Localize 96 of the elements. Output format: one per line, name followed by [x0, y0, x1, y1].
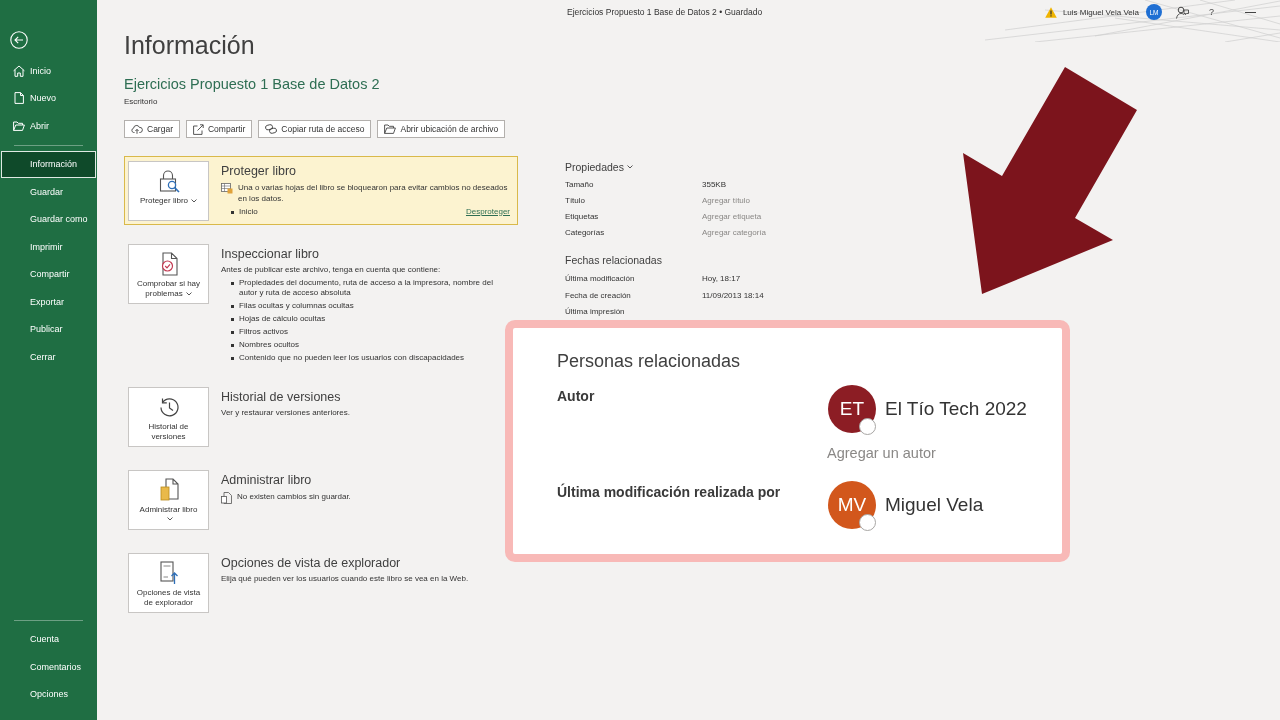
list-item: Filtros activos: [239, 327, 288, 338]
action-button[interactable]: Copiar ruta de acceso: [258, 120, 372, 138]
list-item: Hojas de cálculo ocultas: [239, 314, 326, 325]
list-item: Contenido que no pueden leer los usuarios con discapacidades: [239, 353, 465, 364]
browser-view-options-button[interactable]: Opciones de vista de explorador: [128, 552, 209, 613]
date-value: Hoy, 18:17: [702, 274, 741, 285]
property-value: 355KB: [702, 180, 727, 190]
help-button[interactable]: ?: [1209, 7, 1214, 17]
property-label: Título: [565, 196, 585, 206]
people-heading: Personas relacionadas: [557, 350, 742, 372]
nav-item[interactable]: Guardar como: [0, 205, 97, 233]
page-title: Información: [124, 30, 256, 60]
share-icon: [193, 123, 204, 135]
property-label: Categorías: [565, 228, 605, 238]
list-item: Filas ocultas y columnas ocultas: [239, 301, 354, 312]
back-icon[interactable]: [10, 31, 28, 49]
list-item: Nombres ocultos: [239, 340, 300, 351]
folder-icon: [384, 124, 397, 134]
author-avatar[interactable]: ET: [828, 385, 876, 433]
bullet-icon: [231, 357, 234, 360]
notice-text: No existen cambios sin guardar.: [237, 490, 351, 502]
section-title: Opciones de vista de explorador: [221, 554, 402, 571]
properties-heading[interactable]: Propiedades: [565, 160, 624, 174]
document-icon: [13, 92, 25, 105]
add-author-field[interactable]: Agregar un autor: [827, 444, 936, 462]
lock-icon: [157, 169, 180, 193]
list-item: Inicio: [239, 206, 258, 217]
manage-workbook-button[interactable]: Administrar libro: [128, 469, 209, 530]
file-name: Ejercicios Propuesto 1 Base de Datos 2: [124, 75, 381, 93]
minimize-icon[interactable]: [1245, 11, 1256, 13]
nav-item[interactable]: Compartir: [0, 260, 97, 288]
section-description: Antes de publicar este archivo, tenga en cuenta que contiene:: [221, 264, 442, 275]
caret-icon[interactable]: [626, 165, 633, 169]
property-label: Tamaño: [565, 180, 594, 190]
nav-item[interactable]: Abrir: [0, 112, 97, 140]
home-icon: [13, 64, 25, 77]
version-history-button[interactable]: Historial de versiones: [128, 386, 209, 447]
nav-item[interactable]: Nuevo: [0, 84, 97, 112]
bullet-icon: [231, 281, 234, 285]
documents-icon: [221, 491, 232, 504]
bullet-icon: [231, 331, 234, 334]
property-field[interactable]: Agregar categoría: [702, 228, 767, 238]
property-field[interactable]: Agregar título: [702, 196, 751, 206]
nav-item[interactable]: Publicar: [0, 315, 97, 343]
check-issues-button[interactable]: Comprobar si hay problemas: [128, 244, 209, 304]
action-button[interactable]: Cargar: [124, 120, 180, 138]
cloud-upload-icon: [131, 124, 143, 134]
bullet-icon: [231, 318, 234, 321]
nav-item[interactable]: Cerrar: [0, 343, 97, 371]
section-description: Elija qué pueden ver los usuarios cuando este libro se vea en la Web.: [221, 572, 470, 584]
dates-heading: Fechas relacionadas: [565, 253, 663, 267]
author-label: Autor: [557, 387, 595, 405]
section-title: Proteger libro: [221, 163, 298, 179]
date-value: 11/09/2013 18:14: [702, 290, 764, 301]
notice-text: Una o varias hojas del libro se bloquearon para evitar cambios no deseados en los datos.: [238, 182, 509, 204]
protect-workbook-button[interactable]: Proteger libro: [128, 161, 209, 221]
bullet-icon: [231, 344, 234, 347]
warning-icon[interactable]: [1044, 6, 1057, 18]
date-label: Última modificación: [565, 274, 635, 285]
nav-item[interactable]: Información: [1, 150, 96, 178]
section-title: Administrar libro: [221, 471, 313, 488]
editor-avatar[interactable]: MV: [828, 481, 876, 529]
nav-item[interactable]: Exportar: [0, 288, 97, 316]
folder-icon: [13, 119, 25, 132]
action-button[interactable]: Compartir: [186, 120, 253, 138]
nav-item[interactable]: Inicio: [0, 57, 97, 85]
property-label: Etiquetas: [565, 212, 599, 222]
sheet-icon: [221, 183, 233, 194]
list-item: Propiedades del documento, ruta de acceso a la impresora, nombre del autor y ruta de acceso absoluta: [239, 277, 494, 299]
nav-item[interactable]: Comentarios: [0, 653, 97, 681]
nav-item[interactable]: Opciones: [0, 680, 97, 708]
link-icon: [265, 124, 278, 134]
nav-item[interactable]: Guardar: [0, 178, 97, 206]
section-description: Ver y restaurar versiones anteriores.: [221, 406, 351, 418]
file-location: Escritorio: [124, 97, 159, 107]
status-ring-icon: [859, 514, 876, 531]
modified-by-label: Última modificación realizada por: [557, 483, 781, 501]
author-name[interactable]: El Tío Tech 2022: [885, 397, 1027, 421]
nav-item[interactable]: Cuenta: [0, 625, 97, 653]
document-arrow-icon: [157, 560, 180, 585]
user-name[interactable]: Luis Miguel Vela Vela: [1062, 7, 1139, 17]
property-field[interactable]: Agregar etiqueta: [702, 212, 762, 222]
section-title: Inspeccionar libro: [221, 246, 320, 262]
editor-name[interactable]: Miguel Vela: [885, 493, 984, 517]
bullet-icon: [231, 210, 234, 214]
window-title: Ejercicios Propuesto 1 Base de Datos 2 • Guardado: [567, 7, 763, 17]
action-button[interactable]: Abrir ubicación de archivo: [377, 120, 506, 138]
unprotect-link[interactable]: Desproteger: [465, 206, 510, 217]
nav-item[interactable]: Imprimir: [0, 233, 97, 261]
date-label: Fecha de creación: [565, 290, 631, 301]
section-title: Historial de versiones: [221, 388, 342, 405]
bullet-icon: [231, 305, 234, 308]
date-label: Última impresión: [565, 307, 625, 318]
person-icon[interactable]: [1176, 5, 1189, 19]
document-icon: [157, 477, 180, 502]
status-ring-icon: [859, 418, 876, 435]
